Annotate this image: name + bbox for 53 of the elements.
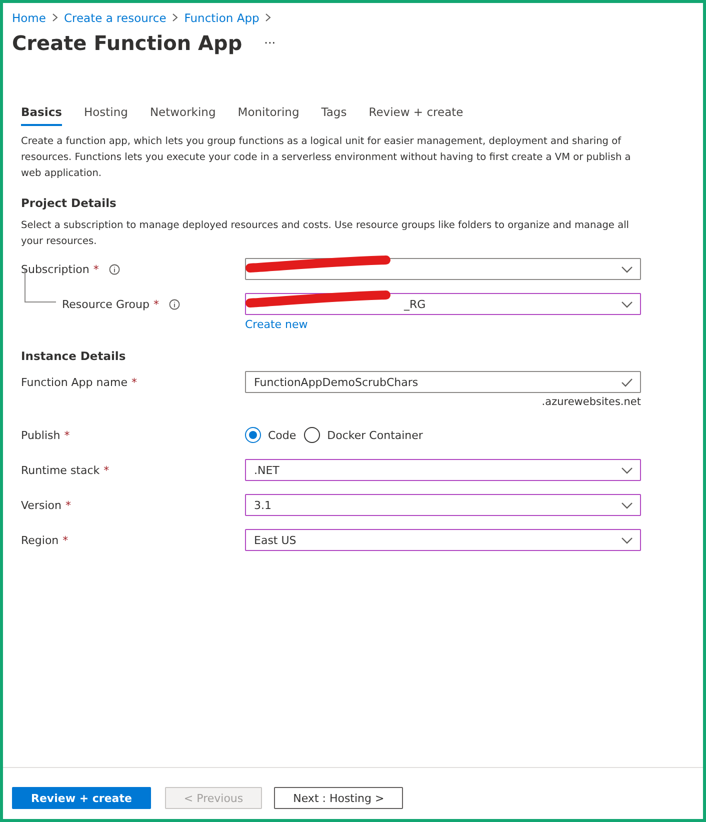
select-field[interactable]: _RG bbox=[245, 293, 641, 315]
required-label: * bbox=[65, 498, 71, 512]
info-icon[interactable] bbox=[168, 298, 180, 310]
create-new-link[interactable]: Create new bbox=[245, 318, 641, 331]
chevron-down-icon bbox=[621, 466, 633, 474]
field-label: Resource Group bbox=[62, 298, 150, 310]
radio-label: Code bbox=[268, 428, 296, 442]
section-heading: Instance Details bbox=[21, 349, 127, 363]
field-label: Runtime stack bbox=[21, 464, 100, 476]
breadcrumb-link[interactable]: Create a resource bbox=[64, 11, 166, 25]
page-title: Create Function App bbox=[12, 31, 242, 55]
required-label: * bbox=[62, 534, 68, 546]
field-label: Subscription bbox=[21, 262, 90, 276]
breadcrumb-link[interactable]: Function App bbox=[184, 11, 260, 25]
section-description: Select a subscription to manage deployed resources and costs. Use resource groups like folders to organize and manage all your resources. bbox=[21, 219, 630, 249]
tab[interactable]: Monitoring bbox=[238, 101, 300, 126]
footer-button[interactable]: Next : Hosting > bbox=[274, 787, 404, 809]
tab[interactable]: Review + create bbox=[368, 101, 464, 126]
chevron-down-icon bbox=[621, 536, 633, 544]
radio-label: Docker Container bbox=[327, 428, 423, 442]
select-field[interactable]: 3.1 bbox=[245, 494, 641, 516]
info-icon[interactable] bbox=[108, 264, 120, 274]
required-label: * bbox=[131, 376, 137, 388]
tab[interactable]: Hosting bbox=[84, 101, 128, 126]
intro-text: Create a function app, which lets you group functions as a logical unit for easier management, deployment and sharing of resources. Functions lets you execute your code in a serverless environment without having to first create a VM or publish a web application. bbox=[21, 135, 632, 181]
chevron-right-icon bbox=[265, 12, 272, 24]
breadcrumb-link[interactable]: Home bbox=[12, 11, 46, 25]
chevron-right-icon bbox=[172, 12, 178, 24]
more-button[interactable]: ··· bbox=[264, 36, 276, 50]
tab[interactable]: Networking bbox=[150, 101, 216, 126]
select-field[interactable]: .NET bbox=[245, 459, 641, 481]
domain-suffix: .azurewebsites.net bbox=[542, 396, 641, 408]
required-label: * bbox=[104, 464, 110, 476]
footer-button[interactable]: Review + create bbox=[12, 787, 151, 809]
field-label: Function App name bbox=[21, 376, 128, 388]
required-label: * bbox=[64, 428, 70, 442]
tab[interactable]: Basics bbox=[21, 101, 62, 126]
radio-button[interactable] bbox=[304, 427, 320, 443]
chevron-right-icon bbox=[52, 12, 58, 24]
field-label: Version bbox=[21, 498, 62, 512]
field-label: Publish bbox=[21, 428, 60, 442]
chevron-down-icon bbox=[621, 502, 633, 508]
field-label: Region bbox=[21, 534, 59, 546]
select-field[interactable] bbox=[245, 258, 641, 280]
section-heading: Project Details bbox=[21, 196, 118, 210]
required-label: * bbox=[153, 298, 159, 310]
text-field[interactable]: FunctionAppDemoScrubChars bbox=[245, 371, 641, 393]
chevron-down-icon bbox=[621, 300, 633, 308]
tab[interactable]: Tags bbox=[321, 101, 347, 126]
required-label: * bbox=[93, 262, 99, 276]
radio-button[interactable] bbox=[245, 427, 261, 443]
select-field[interactable]: East US bbox=[245, 529, 641, 551]
chevron-down-icon bbox=[621, 266, 633, 272]
